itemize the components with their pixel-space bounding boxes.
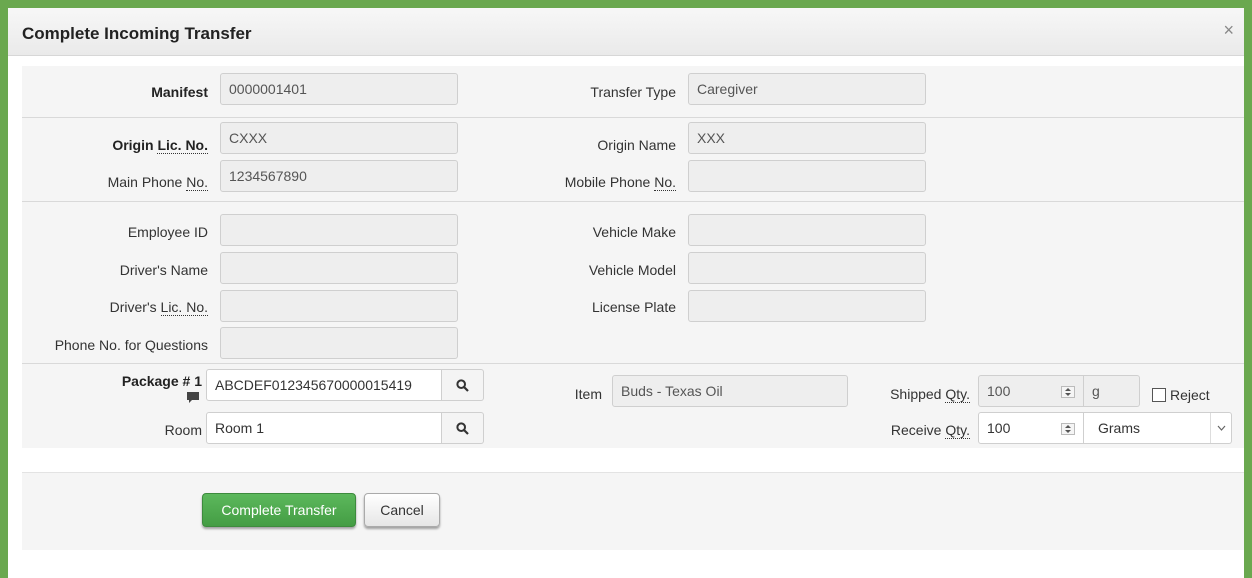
receive-qty-value: 100 <box>987 420 1011 436</box>
license-plate-label: License Plate <box>591 299 676 315</box>
manifest-section: Manifest 0000001401 Transfer Type Caregi… <box>22 66 1244 118</box>
vehicle-model-field[interactable] <box>688 252 926 284</box>
drivers-name-field[interactable] <box>220 252 458 284</box>
package-search-button[interactable] <box>442 369 484 401</box>
reject-checkbox[interactable] <box>1152 388 1166 402</box>
package-label: Package # 1 <box>121 373 202 389</box>
reject-label: Reject <box>1170 387 1210 403</box>
manifest-label: Manifest <box>151 84 208 100</box>
driver-section: Employee ID Vehicle Make Driver's Name V… <box>22 202 1244 364</box>
phone-questions-label: Phone No. for Questions <box>54 337 208 353</box>
vehicle-model-label: Vehicle Model <box>588 262 676 278</box>
room-input[interactable]: Room 1 <box>206 412 442 444</box>
mobile-phone-label: Mobile Phone No. <box>522 173 676 191</box>
spinner-icon[interactable] <box>1061 386 1075 398</box>
phone-questions-field[interactable] <box>220 327 458 359</box>
origin-lic-abbr: Lic. No. <box>157 137 208 154</box>
mobile-phone-field[interactable] <box>688 160 926 192</box>
receive-qty-abbr: Qty. <box>945 422 970 439</box>
license-plate-field[interactable] <box>688 290 926 322</box>
drivers-lic-label: Driver's Lic. No. <box>42 298 208 316</box>
employee-id-label: Employee ID <box>127 224 208 240</box>
origin-lic-label-text: Origin <box>112 137 158 153</box>
spinner-icon[interactable] <box>1061 423 1075 435</box>
main-phone-field[interactable]: 1234567890 <box>220 160 458 192</box>
shipped-qty-value: 100 <box>987 383 1011 399</box>
origin-name-field[interactable]: XXX <box>688 122 926 154</box>
drivers-name-label: Driver's Name <box>119 262 208 278</box>
package-section: Package # 1 ABCDEF012345670000015419 Roo… <box>22 364 1244 448</box>
complete-transfer-dialog: Complete Incoming Transfer × Manifest 00… <box>8 8 1244 578</box>
item-field[interactable]: Buds - Texas Oil <box>612 375 848 407</box>
receive-unit-select[interactable]: Grams <box>1084 412 1232 444</box>
drivers-lic-abbr: Lic. No. <box>160 299 208 316</box>
mobile-phone-label-text: Mobile Phone <box>564 174 655 190</box>
shipped-qty-label-text: Shipped <box>890 386 946 402</box>
vehicle-make-field[interactable] <box>688 214 926 246</box>
room-search-button[interactable] <box>442 412 484 444</box>
main-phone-abbr: No. <box>186 174 208 191</box>
drivers-lic-field[interactable] <box>220 290 458 322</box>
close-icon[interactable]: × <box>1223 20 1234 41</box>
origin-lic-label: Origin Lic. No. <box>82 136 208 154</box>
employee-id-field[interactable] <box>220 214 458 246</box>
comment-icon[interactable] <box>186 391 200 404</box>
item-label: Item <box>574 386 602 402</box>
shipped-qty-field[interactable]: 100 <box>978 375 1084 407</box>
dialog-titlebar: Complete Incoming Transfer × <box>8 8 1244 56</box>
package-tag-input[interactable]: ABCDEF012345670000015419 <box>206 369 442 401</box>
shipped-qty-abbr: Qty. <box>945 386 970 403</box>
origin-name-label: Origin Name <box>597 137 676 153</box>
dialog-title: Complete Incoming Transfer <box>22 24 252 43</box>
room-label: Room <box>164 422 202 438</box>
origin-section: Origin Lic. No. CXXX Origin Name XXX Mai… <box>22 118 1244 202</box>
drivers-lic-label-text: Driver's <box>109 299 161 315</box>
manifest-field[interactable]: 0000001401 <box>220 73 458 105</box>
cancel-button[interactable]: Cancel <box>364 493 440 527</box>
shipped-unit-field[interactable]: g <box>1084 375 1140 407</box>
origin-lic-field[interactable]: CXXX <box>220 122 458 154</box>
vehicle-make-label: Vehicle Make <box>592 224 676 240</box>
chevron-down-icon <box>1210 413 1231 443</box>
receive-qty-label-text: Receive <box>890 422 946 438</box>
transfer-type-field[interactable]: Caregiver <box>688 73 926 105</box>
receive-qty-label: Receive Qty. <box>862 421 970 439</box>
transfer-type-label: Transfer Type <box>590 84 676 100</box>
complete-transfer-button[interactable]: Complete Transfer <box>202 493 356 527</box>
receive-qty-input[interactable]: 100 <box>978 412 1084 444</box>
main-phone-label: Main Phone No. <box>62 173 208 191</box>
mobile-phone-abbr: No. <box>654 174 676 191</box>
search-icon <box>456 378 469 392</box>
shipped-qty-label: Shipped Qty. <box>862 385 970 403</box>
main-phone-label-text: Main Phone <box>107 174 187 190</box>
receive-unit-value: Grams <box>1098 420 1140 436</box>
search-icon <box>456 421 469 435</box>
